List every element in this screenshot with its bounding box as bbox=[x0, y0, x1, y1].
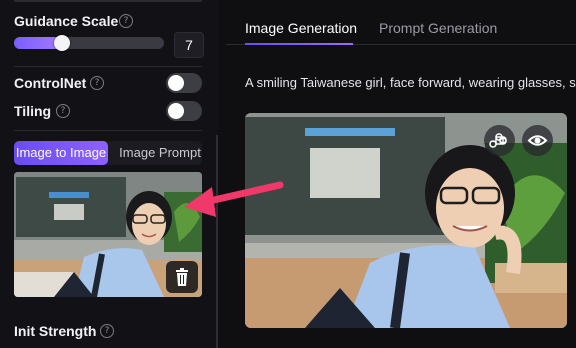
trash-icon bbox=[176, 268, 188, 286]
tiling-label: Tiling bbox=[14, 103, 52, 119]
command-button[interactable] bbox=[484, 125, 515, 156]
prompt-text: A smiling Taiwanese girl, face forward, … bbox=[245, 75, 576, 90]
section-divider bbox=[14, 66, 202, 67]
help-icon[interactable]: ? bbox=[90, 76, 104, 90]
eye-icon bbox=[527, 135, 548, 146]
help-icon[interactable]: ? bbox=[56, 104, 70, 118]
tab-prompt-generation[interactable]: Prompt Generation bbox=[379, 20, 497, 36]
sidebar-top-divider bbox=[14, 0, 202, 2]
help-icon[interactable]: ? bbox=[100, 324, 114, 338]
sidebar-scrollbar[interactable] bbox=[216, 135, 218, 348]
settings-sidebar: Guidance Scale ? 7 ControlNet ? Tiling ?… bbox=[0, 0, 218, 348]
help-icon[interactable]: ? bbox=[119, 14, 133, 28]
preview-button[interactable] bbox=[522, 125, 553, 156]
controlnet-toggle[interactable] bbox=[166, 73, 202, 93]
controlnet-label: ControlNet bbox=[14, 75, 87, 91]
generated-image[interactable] bbox=[245, 113, 567, 328]
toggle-knob bbox=[168, 103, 184, 119]
tab-image-to-image[interactable]: Image to Image bbox=[14, 141, 108, 165]
guidance-scale-slider[interactable] bbox=[14, 37, 164, 49]
section-divider bbox=[14, 130, 202, 131]
tab-image-generation[interactable]: Image Generation bbox=[245, 20, 357, 36]
toggle-knob bbox=[168, 75, 184, 91]
delete-image-button[interactable] bbox=[166, 261, 198, 293]
guidance-scale-value-input[interactable]: 7 bbox=[174, 32, 204, 58]
image-source-tabs: Image to Image Image Prompt bbox=[14, 141, 202, 165]
init-strength-label: Init Strength bbox=[14, 323, 97, 339]
active-tab-indicator bbox=[245, 43, 353, 45]
tiling-toggle[interactable] bbox=[166, 101, 202, 121]
guidance-scale-slider-thumb[interactable] bbox=[54, 35, 70, 51]
command-icon bbox=[489, 133, 507, 148]
guidance-scale-label: Guidance Scale bbox=[14, 13, 119, 29]
tab-image-prompt[interactable]: Image Prompt bbox=[114, 141, 206, 165]
arrow-icon bbox=[184, 181, 284, 217]
